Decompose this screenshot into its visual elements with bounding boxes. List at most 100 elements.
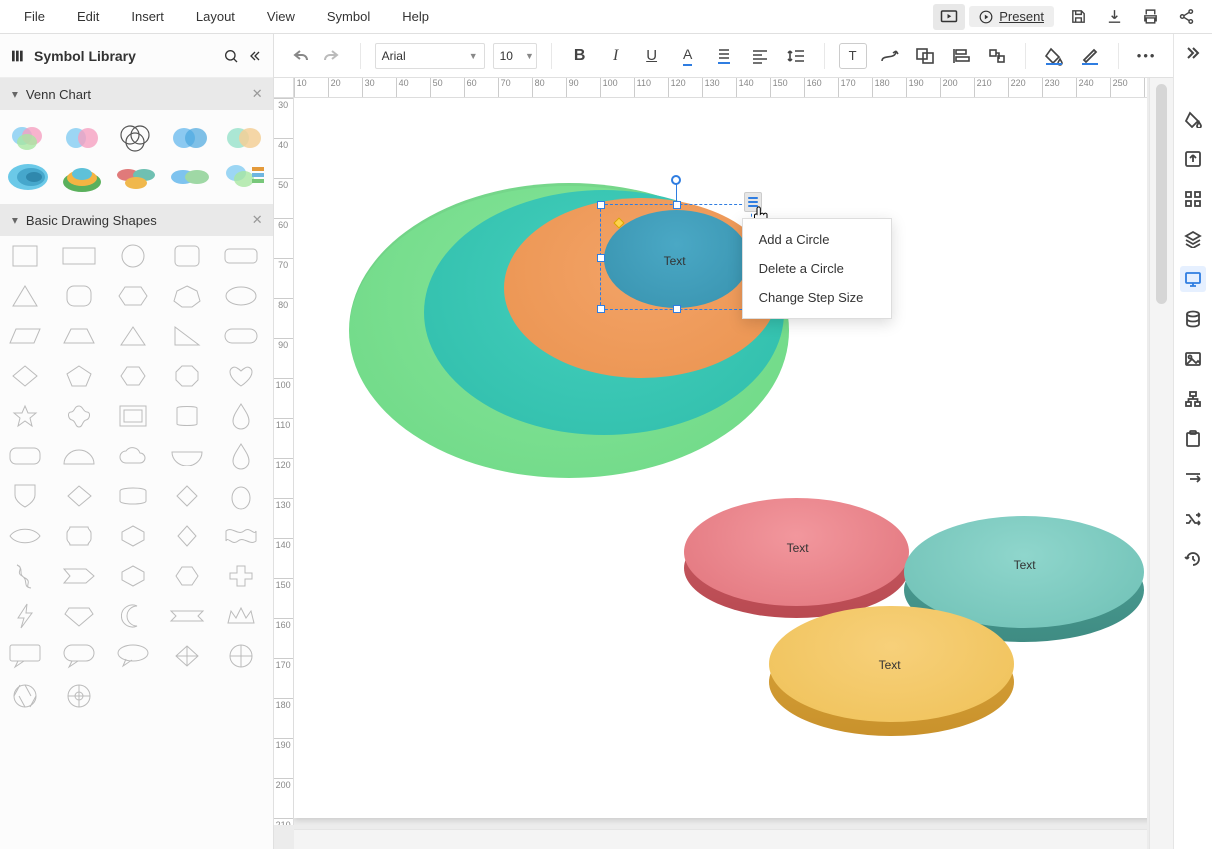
action-tag[interactable] <box>744 192 762 212</box>
font-color-button[interactable]: A <box>674 43 702 69</box>
resize-w[interactable] <box>597 254 605 262</box>
shape-crown[interactable] <box>220 602 262 630</box>
menu-layout[interactable]: Layout <box>180 3 251 30</box>
shape-octagon-round[interactable] <box>58 282 100 310</box>
align-button[interactable] <box>746 43 774 69</box>
venn-3d-stack-icon[interactable] <box>60 160 104 194</box>
venn-3d-twin-icon[interactable] <box>168 160 212 194</box>
shape-hex4[interactable] <box>112 562 154 590</box>
layers-panel-icon[interactable] <box>1180 226 1206 252</box>
section-basic-head[interactable]: ▲ Basic Drawing Shapes ✕ <box>0 204 273 236</box>
shape-shield[interactable] <box>4 482 46 510</box>
shape-rect[interactable] <box>58 242 100 270</box>
fontsize-select[interactable]: 10▼ <box>493 43 537 69</box>
italic-button[interactable]: I <box>602 43 630 69</box>
shape-egg[interactable] <box>220 482 262 510</box>
shape-drop[interactable] <box>220 402 262 430</box>
save-icon[interactable] <box>1060 3 1096 31</box>
slideshow-button[interactable] <box>933 4 965 30</box>
ruler-vertical[interactable]: 3040506070809010011012013014015016017018… <box>274 98 294 825</box>
shape-hexagon[interactable] <box>112 282 154 310</box>
shape-stadium[interactable] <box>220 322 262 350</box>
shape-quatrefoil[interactable] <box>58 402 100 430</box>
shape-ellipse[interactable] <box>220 282 262 310</box>
shape-halfellipse[interactable] <box>166 442 208 470</box>
venn-stacked-icon[interactable] <box>6 160 50 194</box>
shape-heart[interactable] <box>220 362 262 390</box>
image-panel-icon[interactable] <box>1180 346 1206 372</box>
hierarchy-panel-icon[interactable] <box>1180 386 1206 412</box>
close-venn-icon[interactable]: ✕ <box>252 86 263 102</box>
group-button[interactable] <box>911 43 939 69</box>
shape-diamond[interactable] <box>4 362 46 390</box>
line-spacing-button[interactable] <box>782 43 810 69</box>
shape-card[interactable] <box>4 442 46 470</box>
menu-edit[interactable]: Edit <box>61 3 115 30</box>
menu-help[interactable]: Help <box>386 3 445 30</box>
shape-moon[interactable] <box>112 602 154 630</box>
resize-sw[interactable] <box>597 305 605 313</box>
canvas[interactable]: Text <box>294 98 1147 825</box>
venn-2-blue-icon[interactable] <box>168 120 212 154</box>
shape-aperture[interactable] <box>4 682 46 710</box>
shape-heptagon[interactable] <box>166 282 208 310</box>
more-button[interactable]: ••• <box>1133 43 1161 69</box>
venn-pastel-icon[interactable] <box>222 120 266 154</box>
redo-button[interactable] <box>318 43 346 69</box>
venn-legend-icon[interactable] <box>222 160 266 194</box>
resize-n[interactable] <box>673 201 681 209</box>
present-button[interactable]: Present <box>969 6 1054 27</box>
shape-drop2[interactable] <box>220 442 262 470</box>
rotate-handle[interactable] <box>671 175 681 185</box>
shape-frame2[interactable] <box>112 482 154 510</box>
download-icon[interactable] <box>1096 3 1132 31</box>
shape-diamond-cross[interactable] <box>166 642 208 670</box>
shape-callout-round[interactable] <box>58 642 100 670</box>
shape-halfcircle[interactable] <box>58 442 100 470</box>
shape-hex3[interactable] <box>112 522 154 550</box>
text-box-button[interactable]: T <box>839 43 867 69</box>
shape-star[interactable] <box>4 402 46 430</box>
shape-lightning[interactable] <box>4 602 46 630</box>
shape-ribbon[interactable] <box>166 602 208 630</box>
horizontal-scrollbar[interactable] <box>294 829 1147 849</box>
expand-panel-icon[interactable] <box>1180 40 1206 66</box>
data-panel-icon[interactable] <box>1180 306 1206 332</box>
undo-button[interactable] <box>286 43 314 69</box>
shape-wave2[interactable] <box>4 562 46 590</box>
ctx-delete-circle[interactable]: Delete a Circle <box>743 254 891 283</box>
resize-nw[interactable] <box>597 201 605 209</box>
ctx-add-circle[interactable]: Add a Circle <box>743 225 891 254</box>
shape-trapezoid[interactable] <box>58 322 100 350</box>
shape-lens[interactable] <box>4 522 46 550</box>
shuffle-panel-icon[interactable] <box>1180 506 1206 532</box>
shape-triangle[interactable] <box>4 282 46 310</box>
print-icon[interactable] <box>1132 3 1168 31</box>
shape-arrow-hex[interactable] <box>58 562 100 590</box>
shape-target[interactable] <box>58 682 100 710</box>
transition-panel-icon[interactable] <box>1180 466 1206 492</box>
close-basic-icon[interactable]: ✕ <box>252 212 263 228</box>
shape-pentagon[interactable] <box>58 362 100 390</box>
disc-teal-label[interactable]: Text <box>1014 558 1036 572</box>
disc-yellow-label[interactable]: Text <box>879 658 901 672</box>
disc-red-label[interactable]: Text <box>787 541 809 555</box>
presentation-panel-icon[interactable] <box>1180 266 1206 292</box>
shape-parallelogram[interactable] <box>4 322 46 350</box>
search-icon[interactable] <box>223 48 239 64</box>
collapse-sidebar-icon[interactable] <box>247 48 263 64</box>
page[interactable]: Text <box>294 98 1147 818</box>
venn-3-outline-icon[interactable] <box>114 120 158 154</box>
shape-wave[interactable] <box>220 522 262 550</box>
ruler-horizontal[interactable]: 1020304050607080901001101201301401501601… <box>294 78 1147 98</box>
resize-s[interactable] <box>673 305 681 313</box>
venn-3-color-icon[interactable] <box>6 120 50 154</box>
shape-plaque[interactable] <box>58 522 100 550</box>
highlight-button[interactable] <box>710 43 738 69</box>
shape-callout-rect[interactable] <box>4 642 46 670</box>
shape-rhombus2[interactable] <box>166 522 208 550</box>
venn-3d-discs-icon[interactable] <box>114 160 158 194</box>
shape-pill[interactable] <box>220 242 262 270</box>
disc-yellow[interactable] <box>769 606 1014 741</box>
disc-red[interactable] <box>684 498 909 623</box>
